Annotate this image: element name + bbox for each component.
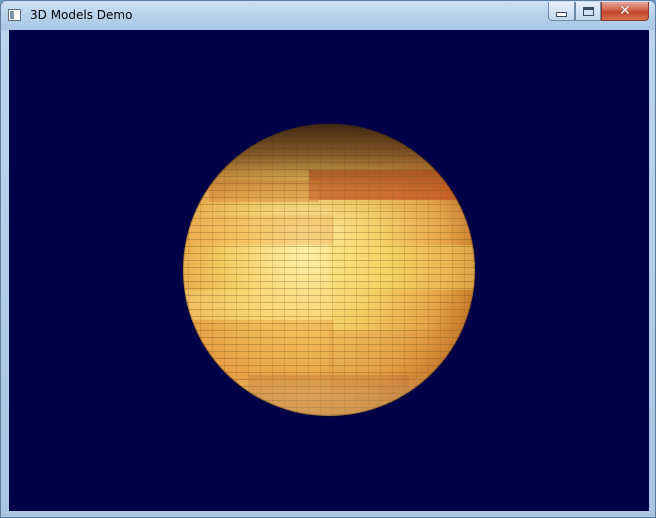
title-bar[interactable]: 3D Models Demo ✕: [1, 1, 655, 30]
app-window: 3D Models Demo ✕: [0, 0, 656, 518]
render-viewport[interactable]: [9, 30, 649, 511]
window-title: 3D Models Demo: [30, 8, 133, 22]
scene-canvas: [182, 123, 476, 417]
sphere-model: [182, 123, 476, 417]
minimize-icon: [556, 12, 567, 17]
close-icon: ✕: [619, 3, 631, 19]
minimize-button[interactable]: [548, 2, 575, 21]
maximize-button[interactable]: [575, 2, 601, 21]
maximize-icon: [582, 6, 594, 16]
close-button[interactable]: ✕: [601, 2, 649, 21]
app-icon[interactable]: [8, 9, 21, 21]
